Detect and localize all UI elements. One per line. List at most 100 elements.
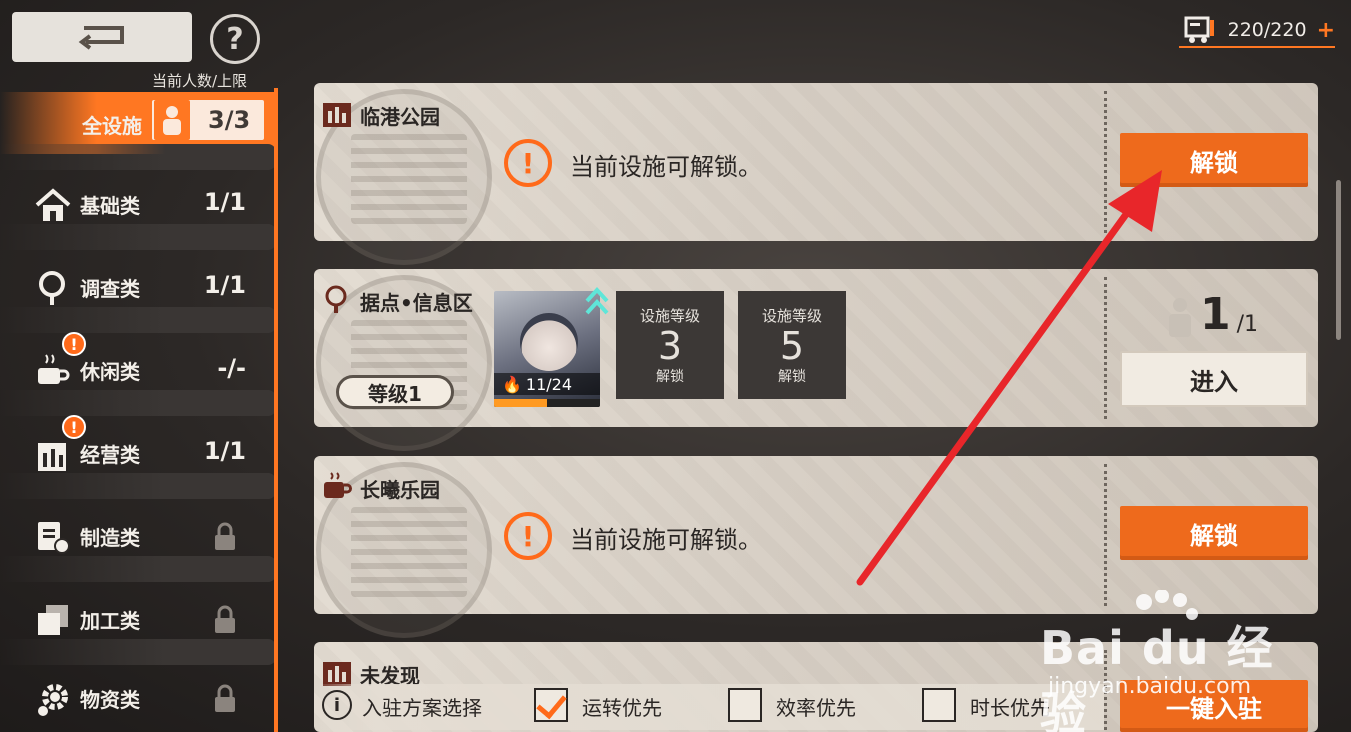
sidebar-divider [0, 556, 276, 582]
sidebar-item-count: 1/1 [203, 271, 246, 299]
operator-stamina-value: 11/24 [525, 374, 573, 394]
slot-status: 解锁 [656, 368, 684, 385]
facility-card: 长曦乐园 ! 当前设施可解锁。 解锁 [314, 456, 1318, 638]
slot-level: 3 [657, 323, 683, 368]
sidebar-item-label: 物资类 [80, 688, 140, 712]
card-divider [1104, 650, 1107, 730]
sidebar-item-all[interactable]: 全设施 3/3 [0, 92, 276, 170]
operator-face [520, 313, 578, 371]
magnifier-icon [39, 271, 65, 305]
facility-name: 长曦乐园 [360, 478, 440, 502]
occupancy-max: /1 [1236, 312, 1259, 337]
help-button[interactable]: ? [210, 14, 260, 64]
unlock-button[interactable]: 解锁 [1120, 133, 1308, 187]
facility-card: 临港公园 ! 当前设施可解锁。 解锁 [314, 83, 1318, 265]
sidebar-divider [0, 390, 276, 416]
current-capacity-box: 3/3 [150, 98, 266, 142]
building-icon [38, 443, 66, 471]
gear-icon [38, 684, 68, 716]
card-divider [1104, 277, 1107, 419]
assignment-plan-bar: i 入驻方案选择 运转优先 效率优先 时长优先 [314, 684, 1104, 730]
sidebar-item-business[interactable]: ! 经营类 1/1 [0, 415, 276, 499]
sidebar-item-processing[interactable]: 加工类 [0, 587, 276, 665]
coffee-cup-icon [38, 354, 70, 384]
lock-icon [215, 684, 235, 712]
facility-level-badge: 等级1 [336, 375, 454, 409]
facility-card: 据点•信息区 等级1 🔥 11/24 设施等级 3 解锁 设施等级 5 解锁 1… [314, 269, 1318, 451]
one-click-assign-button[interactable]: 一键入驻 [1120, 680, 1308, 732]
magnifier-icon [325, 285, 347, 313]
sidebar-item-investigation[interactable]: 调查类 1/1 [0, 255, 276, 333]
building-icon [323, 103, 351, 127]
person-icon [154, 100, 190, 140]
alert-badge: ! [62, 415, 86, 439]
sidebar-item-label: 休闲类 [80, 360, 140, 384]
cart-icon [1184, 16, 1214, 43]
sidebar-item-label: 调查类 [80, 277, 140, 301]
card-divider [1104, 91, 1107, 233]
stamina-add-button[interactable]: + [1317, 18, 1335, 43]
facility-category-sidebar: 全设施 3/3 基础类 1/1 调查类 1/1 ! 休闲类 -/- ! 经营类 … [0, 88, 280, 732]
sidebar-item-count: 3/3 [208, 106, 251, 134]
operator-stamina: 🔥 11/24 [494, 373, 600, 395]
flame-icon: 🔥 [502, 374, 522, 394]
lock-icon [215, 605, 235, 633]
unlock-button[interactable]: 解锁 [1120, 506, 1308, 560]
occupancy-current: 1 [1200, 289, 1231, 340]
sidebar-item-label: 制造类 [80, 526, 140, 550]
unlock-message: 当前设施可解锁。 [570, 526, 762, 554]
warning-icon: ! [504, 139, 552, 187]
unlock-message: 当前设施可解锁。 [570, 153, 762, 181]
card-divider [1104, 464, 1107, 606]
checkbox-operation-priority[interactable] [534, 688, 568, 722]
warning-icon: ! [504, 512, 552, 560]
slot-caption: 设施等级 [761, 306, 822, 325]
locked-slot: 设施等级 3 解锁 [616, 291, 724, 399]
sidebar-divider [0, 473, 276, 499]
option-label: 运转优先 [582, 696, 662, 720]
sidebar-divider [0, 639, 276, 665]
checkbox-duration-priority[interactable] [922, 688, 956, 722]
back-button[interactable] [12, 12, 192, 62]
info-icon[interactable]: i [322, 690, 352, 720]
sidebar-item-count: -/- [217, 354, 246, 382]
sidebar-divider [0, 224, 276, 250]
enter-button[interactable]: 进入 [1120, 351, 1308, 407]
slot-level: 5 [779, 323, 805, 368]
stacked-squares-icon [38, 605, 68, 635]
locked-slot: 设施等级 5 解锁 [738, 291, 846, 399]
option-label: 效率优先 [776, 696, 856, 720]
sidebar-item-label: 基础类 [80, 194, 140, 218]
slot-status: 解锁 [778, 368, 806, 385]
back-arrow-icon [78, 26, 124, 50]
capacity-caption: 当前人数/上限 [152, 72, 248, 90]
plan-select-label: 入驻方案选择 [362, 696, 482, 720]
sidebar-item-count: 1/1 [203, 188, 246, 216]
upgrade-arrow-icon [585, 287, 609, 315]
checkbox-efficiency-priority[interactable] [728, 688, 762, 722]
sidebar-item-label: 加工类 [80, 609, 140, 633]
sidebar-item-label: 经营类 [80, 443, 140, 467]
sidebar-item-manufacturing[interactable]: 制造类 [0, 504, 276, 582]
lock-icon [215, 522, 235, 550]
sidebar-item-count: 1/1 [203, 437, 246, 465]
slot-caption: 设施等级 [639, 306, 700, 325]
building-icon [323, 662, 351, 686]
alert-badge: ! [62, 332, 86, 356]
stamina-display: 220/220 + [1179, 14, 1335, 48]
scrollbar[interactable] [1336, 180, 1341, 340]
sidebar-item-basic[interactable]: 基础类 1/1 [0, 172, 276, 250]
sidebar-divider [0, 144, 276, 170]
facility-name: 据点•信息区 [360, 291, 473, 315]
person-icon [1169, 298, 1191, 337]
clipboard-gear-icon [38, 522, 70, 554]
coffee-cup-icon [324, 472, 352, 498]
house-icon [35, 188, 71, 221]
stamina-value: 220/220 [1227, 19, 1307, 41]
sidebar-item-leisure[interactable]: ! 休闲类 -/- [0, 332, 276, 416]
operator-progress-bar [494, 399, 600, 407]
option-label: 时长优先 [970, 696, 1050, 720]
facility-name: 临港公园 [360, 105, 440, 129]
sidebar-item-supplies[interactable]: 物资类 [0, 666, 276, 728]
facility-occupancy: 1 /1 [1166, 293, 1258, 337]
